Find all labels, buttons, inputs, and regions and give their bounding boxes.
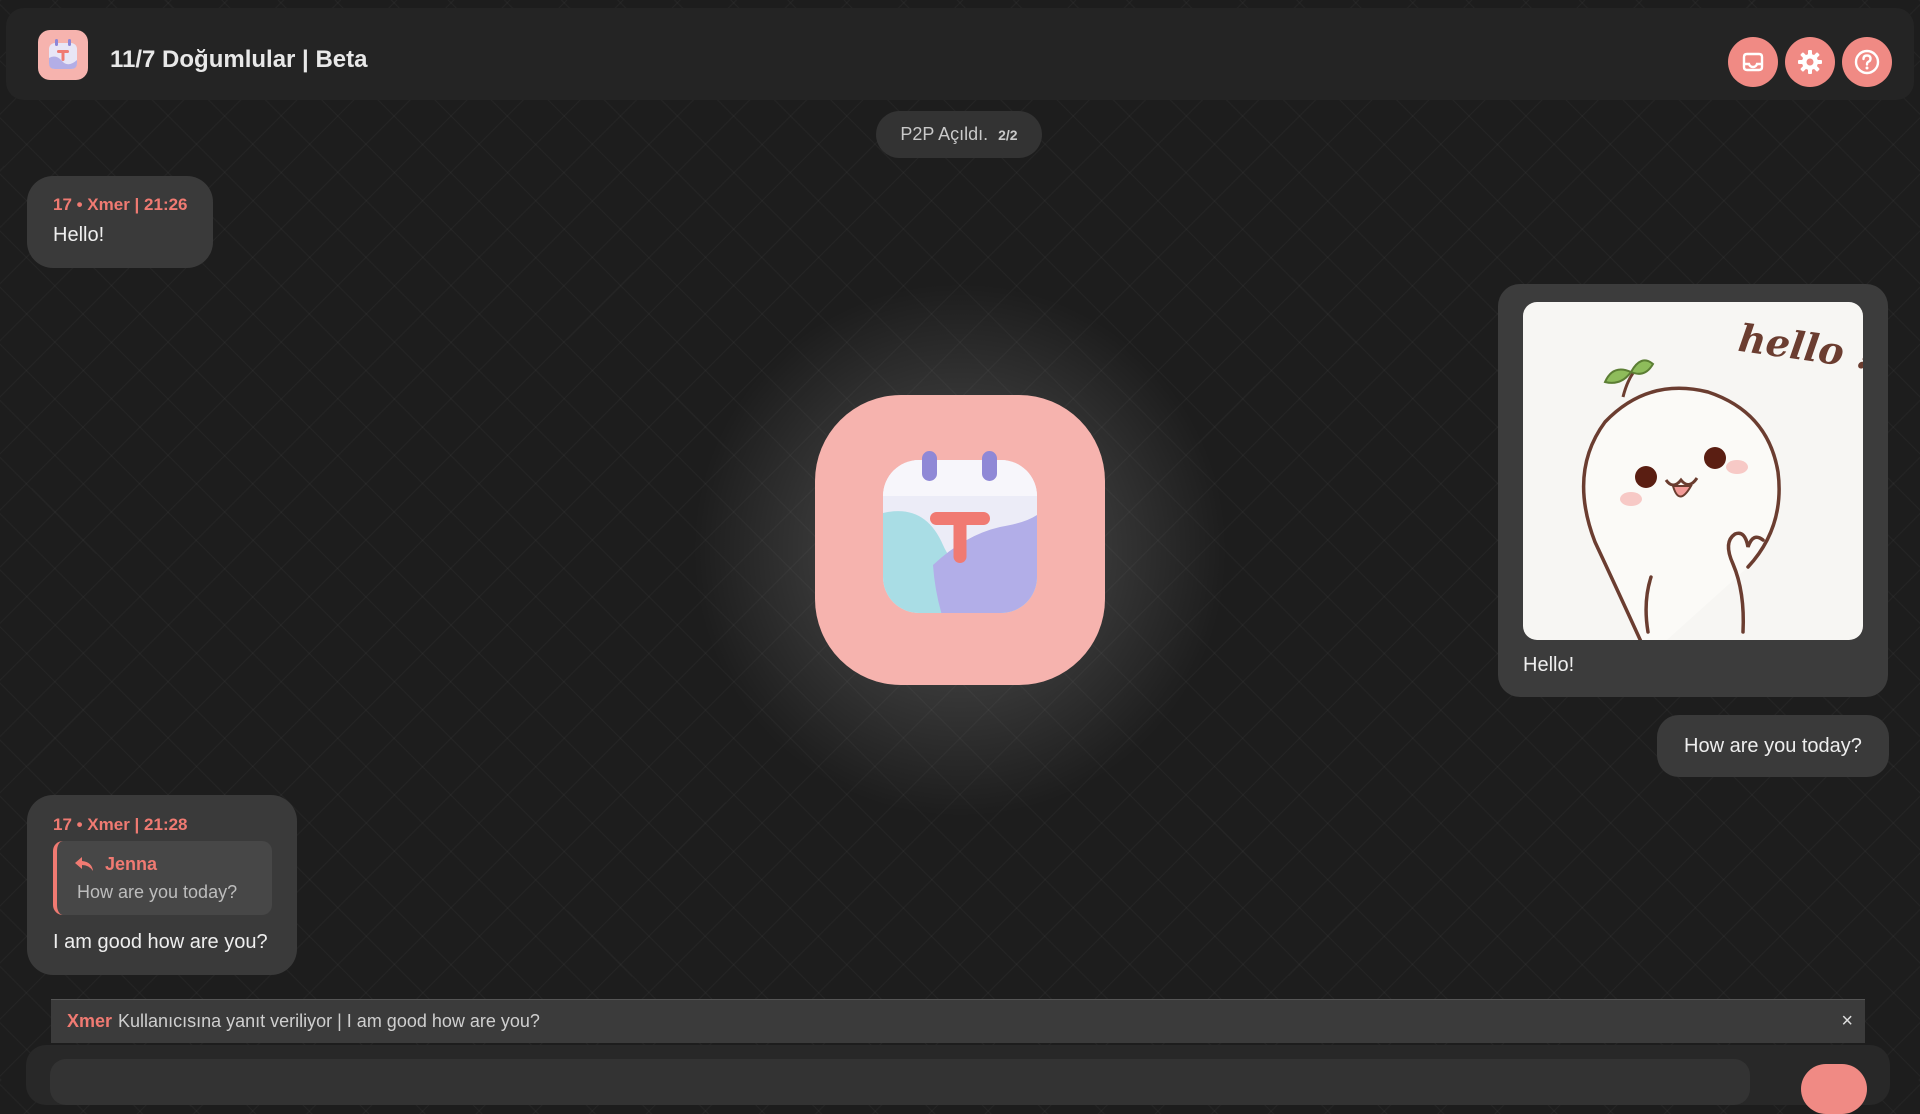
quoted-message[interactable]: Jenna How are you today?: [53, 841, 272, 915]
reply-icon: [75, 857, 93, 871]
image-caption: Hello!: [1523, 654, 1575, 676]
message-input[interactable]: [50, 1059, 1750, 1105]
help-button[interactable]: [1842, 37, 1892, 87]
message-meta: 17 • Xmer | 21:26: [53, 195, 188, 214]
connection-status-label: P2P Açıldı.: [900, 124, 989, 144]
message-bubble[interactable]: 17 • Xmer | 21:28 Jenna How are you toda…: [27, 795, 297, 975]
send-button[interactable]: [1801, 1064, 1867, 1114]
message-meta: 17 • Xmer | 21:28: [53, 815, 188, 834]
inbox-icon: [1742, 52, 1764, 72]
message-text: How are you today?: [1684, 734, 1862, 757]
connection-status-badge: P2P Açıldı. 2/2: [876, 111, 1042, 158]
page-title: 11/7 Doğumlular | Beta: [110, 46, 368, 73]
peer-count: 2/2: [998, 126, 1018, 143]
message-bubble-own[interactable]: How are you today?: [1657, 715, 1889, 777]
sticker-text: hello !: [1736, 315, 1863, 378]
message-composer: [26, 1045, 1890, 1114]
app-logo: [38, 30, 88, 80]
message-text: I am good how are you?: [53, 931, 268, 953]
reply-preview-bar: Xmer Kullanıcısına yanıt veriliyor | I a…: [51, 999, 1865, 1043]
quoted-author: Jenna: [105, 854, 158, 874]
quoted-text: How are you today?: [77, 882, 238, 902]
gear-icon: [1798, 50, 1822, 74]
reply-target-name: Xmer: [67, 1011, 113, 1031]
reply-preview-text: Kullanıcısına yanıt veriliyor | I am goo…: [118, 1011, 540, 1031]
help-icon: [1854, 49, 1880, 75]
close-icon[interactable]: ×: [1841, 1010, 1853, 1033]
image-message-bubble[interactable]: hello ! Hello!: [1498, 284, 1888, 697]
inbox-button[interactable]: [1728, 37, 1778, 87]
settings-button[interactable]: [1785, 37, 1835, 87]
top-bar: 11/7 Doğumlular | Beta: [6, 8, 1914, 100]
sticker-image[interactable]: hello !: [1523, 302, 1863, 640]
message-bubble[interactable]: 17 • Xmer | 21:26 Hello!: [27, 176, 213, 268]
message-text: Hello!: [53, 224, 105, 246]
app-logo-large: [815, 395, 1105, 685]
